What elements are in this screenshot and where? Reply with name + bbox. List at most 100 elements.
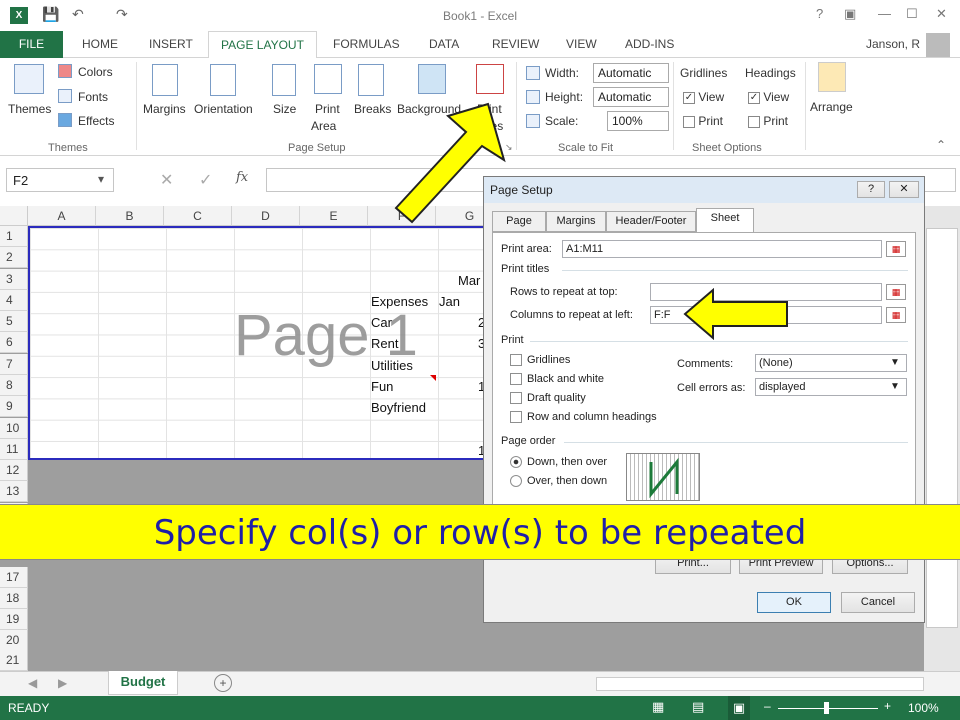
row-header[interactable]: 12 [0, 460, 28, 481]
zoom-level[interactable]: 100% [908, 701, 939, 715]
fonts-button[interactable]: Fonts [78, 90, 108, 104]
row-header[interactable]: 20 [0, 630, 28, 651]
page-break-view-icon[interactable]: ▣ [728, 696, 750, 720]
cell-g3[interactable]: Mar [458, 273, 480, 288]
size-button[interactable]: Size [273, 102, 296, 116]
cell-f8[interactable]: Fun [371, 379, 393, 394]
colors-button[interactable]: Colors [78, 65, 113, 79]
cell-f4[interactable]: Expenses [371, 294, 428, 309]
tab-sheet[interactable]: Sheet [696, 208, 754, 233]
dialog-help-button[interactable]: ? [857, 181, 885, 198]
headings-view-checkbox[interactable]: ✓ [748, 91, 760, 104]
down-over-radio[interactable] [510, 456, 522, 468]
width-combo[interactable]: Automatic [593, 63, 669, 83]
tab-header-footer[interactable]: Header/Footer [606, 211, 696, 232]
name-box-dropdown-icon[interactable]: ▾ [98, 172, 104, 186]
ok-button[interactable]: OK [757, 592, 831, 613]
tab-page-layout[interactable]: PAGE LAYOUT [208, 31, 317, 59]
row-header[interactable]: 1 [0, 226, 28, 247]
tab-addins[interactable]: ADD-INS [625, 37, 674, 51]
column-header[interactable]: A [28, 206, 96, 226]
gridlines-checkbox[interactable] [510, 354, 522, 366]
black-white-checkbox[interactable] [510, 373, 522, 385]
tab-view[interactable]: VIEW [566, 37, 597, 51]
headings-print-checkbox[interactable] [748, 115, 760, 128]
breaks-button[interactable]: Breaks [354, 102, 391, 116]
arrange-button[interactable]: Arrange [810, 100, 853, 114]
tab-insert[interactable]: INSERT [149, 37, 193, 51]
row-header[interactable]: 2 [0, 247, 28, 268]
cell-g4[interactable]: Jan [439, 294, 460, 309]
print-area-input[interactable]: A1:M11 [562, 240, 882, 258]
row-header[interactable]: 10 [0, 418, 28, 439]
tab-margins[interactable]: Margins [546, 211, 606, 232]
orientation-button[interactable]: Orientation [194, 102, 253, 116]
comments-select[interactable]: (None) [755, 354, 907, 372]
margins-button[interactable]: Margins [143, 102, 186, 116]
scroll-right-icon[interactable]: ▶ [58, 676, 67, 690]
scrollbar-thumb[interactable] [926, 228, 958, 628]
over-down-radio[interactable] [510, 475, 522, 487]
column-header[interactable]: D [232, 206, 300, 226]
ribbon-display-icon[interactable]: ▣ [844, 6, 856, 22]
column-header[interactable]: E [300, 206, 368, 226]
gridlines-print-checkbox[interactable] [683, 115, 695, 128]
tab-data[interactable]: DATA [429, 37, 459, 51]
help-button[interactable]: ? [816, 6, 823, 21]
user-name[interactable]: Janson, R [866, 37, 920, 51]
tab-formulas[interactable]: FORMULAS [333, 37, 400, 51]
tab-review[interactable]: REVIEW [492, 37, 539, 51]
print-area-label-2[interactable]: Area [311, 119, 336, 133]
row-header[interactable]: 13 [0, 481, 28, 502]
row-header[interactable]: 21 [0, 650, 28, 671]
cell-f6[interactable]: Rent [371, 336, 398, 351]
page-layout-view-icon[interactable]: ▤ [692, 699, 704, 715]
scale-spinner[interactable]: 100% [607, 111, 669, 131]
enter-icon[interactable]: ✓ [199, 170, 212, 190]
new-sheet-icon[interactable]: + [214, 674, 232, 692]
column-header[interactable]: B [96, 206, 164, 226]
row-header[interactable]: 8 [0, 375, 28, 396]
row-header[interactable]: 6 [0, 332, 28, 353]
zoom-out-icon[interactable]: – [764, 699, 771, 713]
tab-file[interactable]: FILE [0, 31, 63, 58]
maximize-icon[interactable]: ☐ [906, 6, 918, 22]
gridlines-view-checkbox[interactable]: ✓ [683, 91, 695, 104]
row-header[interactable]: 4 [0, 290, 28, 311]
cell-f9[interactable]: Boyfriend [371, 400, 426, 415]
tab-home[interactable]: HOME [82, 37, 118, 51]
row-col-headings-checkbox[interactable] [510, 411, 522, 423]
cell-errors-select[interactable]: displayed [755, 378, 907, 396]
row-header[interactable]: 5 [0, 311, 28, 332]
themes-button[interactable]: Themes [8, 102, 51, 116]
chevron-down-icon[interactable]: ▼ [890, 357, 900, 368]
minimize-icon[interactable]: — [878, 6, 891, 21]
scroll-left-icon[interactable]: ◀ [28, 676, 37, 690]
row-header[interactable]: 7 [0, 354, 28, 375]
dialog-close-icon[interactable]: ✕ [889, 181, 919, 198]
row-header[interactable]: 19 [0, 609, 28, 630]
close-icon[interactable]: ✕ [936, 6, 947, 22]
sheet-tab-budget[interactable]: Budget [108, 671, 178, 695]
avatar[interactable] [926, 33, 950, 57]
cell-f7[interactable]: Utilities [371, 358, 413, 373]
column-header[interactable]: C [164, 206, 232, 226]
collapse-dialog-icon[interactable]: ▦ [886, 241, 906, 257]
row-header[interactable]: 11 [0, 439, 28, 460]
insert-function-icon[interactable]: fx [236, 170, 248, 185]
row-header[interactable]: 3 [0, 269, 28, 290]
cell-f5[interactable]: Car [371, 315, 392, 330]
select-all-corner[interactable] [0, 206, 28, 226]
chevron-down-icon[interactable]: ▼ [890, 381, 900, 392]
zoom-in-icon[interactable]: + [884, 699, 891, 713]
draft-quality-checkbox[interactable] [510, 392, 522, 404]
zoom-slider-thumb[interactable] [824, 702, 829, 714]
collapse-ribbon-icon[interactable]: ⌃ [936, 138, 946, 152]
height-combo[interactable]: Automatic [593, 87, 669, 107]
row-header[interactable]: 9 [0, 396, 28, 417]
collapse-dialog-icon[interactable]: ▦ [886, 284, 906, 300]
row-header[interactable]: 18 [0, 588, 28, 609]
collapse-dialog-icon[interactable]: ▦ [886, 307, 906, 323]
print-area-label-1[interactable]: Print [315, 102, 340, 116]
normal-view-icon[interactable]: ▦ [652, 699, 664, 715]
